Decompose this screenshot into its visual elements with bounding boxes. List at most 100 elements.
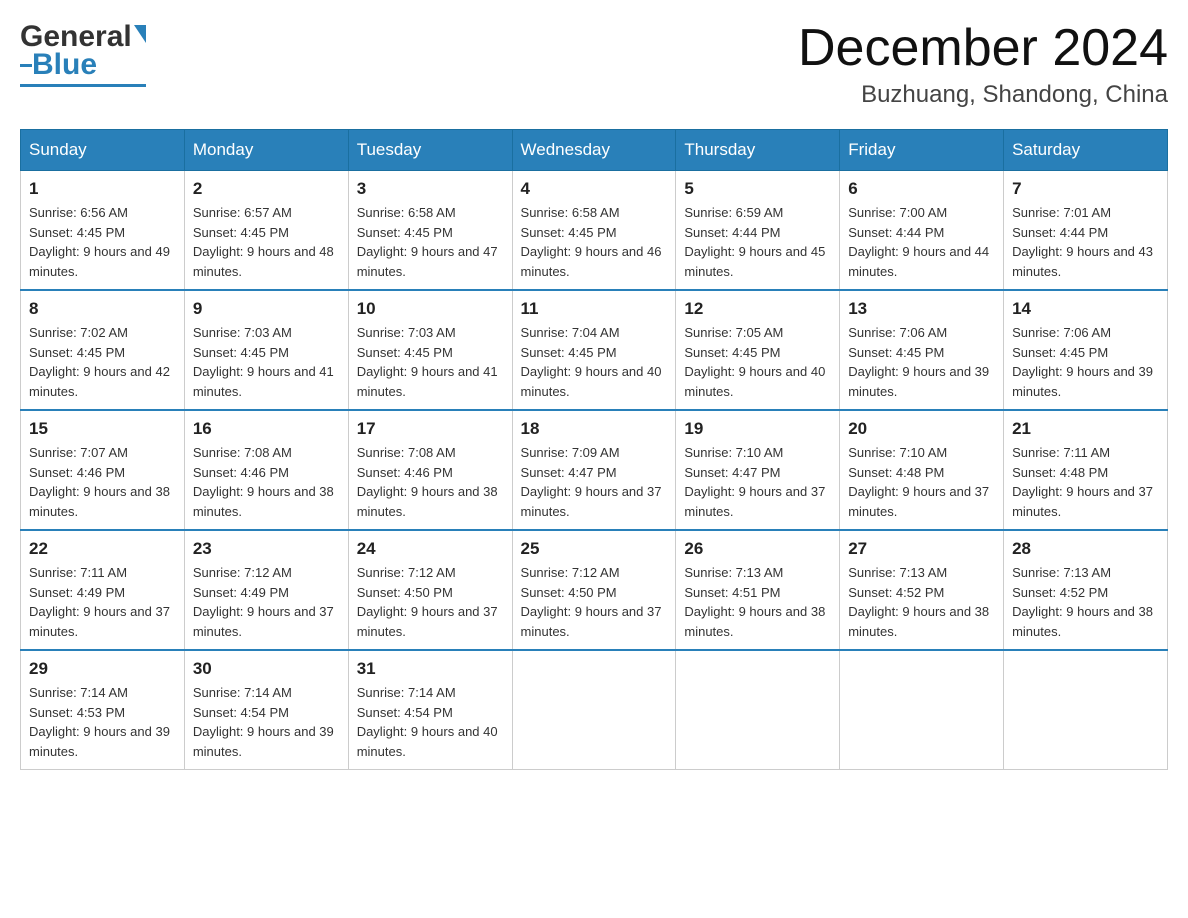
- day-number: 22: [29, 539, 176, 559]
- calendar-cell: [512, 650, 676, 770]
- day-info: Sunrise: 7:07 AMSunset: 4:46 PMDaylight:…: [29, 443, 176, 521]
- calendar-cell: 15 Sunrise: 7:07 AMSunset: 4:46 PMDayligh…: [21, 410, 185, 530]
- day-number: 2: [193, 179, 340, 199]
- col-header-sunday: Sunday: [21, 130, 185, 171]
- day-info: Sunrise: 7:11 AMSunset: 4:48 PMDaylight:…: [1012, 443, 1159, 521]
- calendar-cell: 29Sunrise: 7:14 AMSunset: 4:53 PMDayligh…: [21, 650, 185, 770]
- location: Buzhuang, Shandong, China: [798, 81, 1168, 109]
- calendar-cell: 26 Sunrise: 7:13 AMSunset: 4:51 PMDayligh…: [676, 530, 840, 650]
- day-info: Sunrise: 7:04 AMSunset: 4:45 PMDaylight:…: [521, 323, 668, 401]
- day-number: 6: [848, 179, 995, 199]
- day-info: Sunrise: 7:12 AMSunset: 4:50 PMDaylight:…: [357, 563, 504, 641]
- month-title: December 2024: [798, 20, 1168, 77]
- day-number: 19: [684, 419, 831, 439]
- calendar-cell: 5 Sunrise: 6:59 AMSunset: 4:44 PMDaylight…: [676, 171, 840, 291]
- day-number: 1: [29, 179, 176, 199]
- day-info: Sunrise: 7:01 AMSunset: 4:44 PMDaylight:…: [1012, 203, 1159, 281]
- calendar-cell: 12 Sunrise: 7:05 AMSunset: 4:45 PMDayligh…: [676, 290, 840, 410]
- page-header: General Blue December 2024 Buzhuang, Sha…: [20, 20, 1168, 109]
- day-number: 5: [684, 179, 831, 199]
- day-number: 8: [29, 299, 176, 319]
- day-info: Sunrise: 7:10 AMSunset: 4:48 PMDaylight:…: [848, 443, 995, 521]
- day-info: Sunrise: 7:08 AMSunset: 4:46 PMDaylight:…: [193, 443, 340, 521]
- day-info: Sunrise: 7:03 AMSunset: 4:45 PMDaylight:…: [357, 323, 504, 401]
- calendar-cell: 31 Sunrise: 7:14 AMSunset: 4:54 PMDayligh…: [348, 650, 512, 770]
- day-number: 11: [521, 299, 668, 319]
- calendar-cell: [1004, 650, 1168, 770]
- day-number: 10: [357, 299, 504, 319]
- calendar-cell: 4 Sunrise: 6:58 AMSunset: 4:45 PMDaylight…: [512, 171, 676, 291]
- day-info: Sunrise: 6:57 AMSunset: 4:45 PMDaylight:…: [193, 203, 340, 281]
- col-header-saturday: Saturday: [1004, 130, 1168, 171]
- day-number: 13: [848, 299, 995, 319]
- day-number: 16: [193, 419, 340, 439]
- calendar-cell: 30 Sunrise: 7:14 AMSunset: 4:54 PMDayligh…: [184, 650, 348, 770]
- logo-triangle-icon: [134, 25, 146, 43]
- day-number: 31: [357, 659, 504, 679]
- day-number: 20: [848, 419, 995, 439]
- calendar-table: SundayMondayTuesdayWednesdayThursdayFrid…: [20, 129, 1168, 770]
- day-info: Sunrise: 6:59 AMSunset: 4:44 PMDaylight:…: [684, 203, 831, 281]
- logo-blue: Blue: [32, 48, 97, 82]
- calendar-cell: 8 Sunrise: 7:02 AMSunset: 4:45 PMDaylight…: [21, 290, 185, 410]
- calendar-cell: 16 Sunrise: 7:08 AMSunset: 4:46 PMDayligh…: [184, 410, 348, 530]
- day-number: 4: [521, 179, 668, 199]
- calendar-cell: 21 Sunrise: 7:11 AMSunset: 4:48 PMDayligh…: [1004, 410, 1168, 530]
- calendar-cell: 10 Sunrise: 7:03 AMSunset: 4:45 PMDayligh…: [348, 290, 512, 410]
- day-info: Sunrise: 7:14 AMSunset: 4:54 PMDaylight:…: [193, 683, 340, 761]
- col-header-wednesday: Wednesday: [512, 130, 676, 171]
- calendar-cell: 9 Sunrise: 7:03 AMSunset: 4:45 PMDaylight…: [184, 290, 348, 410]
- calendar-cell: 28Sunrise: 7:13 AMSunset: 4:52 PMDayligh…: [1004, 530, 1168, 650]
- calendar-cell: 13Sunrise: 7:06 AMSunset: 4:45 PMDayligh…: [840, 290, 1004, 410]
- day-info: Sunrise: 7:02 AMSunset: 4:45 PMDaylight:…: [29, 323, 176, 401]
- day-number: 23: [193, 539, 340, 559]
- day-info: Sunrise: 7:06 AMSunset: 4:45 PMDaylight:…: [1012, 323, 1159, 401]
- day-info: Sunrise: 7:12 AMSunset: 4:50 PMDaylight:…: [521, 563, 668, 641]
- day-number: 24: [357, 539, 504, 559]
- calendar-cell: 6Sunrise: 7:00 AMSunset: 4:44 PMDaylight…: [840, 171, 1004, 291]
- day-number: 26: [684, 539, 831, 559]
- calendar-cell: [840, 650, 1004, 770]
- col-header-tuesday: Tuesday: [348, 130, 512, 171]
- day-info: Sunrise: 7:13 AMSunset: 4:52 PMDaylight:…: [848, 563, 995, 641]
- day-info: Sunrise: 7:05 AMSunset: 4:45 PMDaylight:…: [684, 323, 831, 401]
- logo: General Blue: [20, 20, 146, 87]
- day-number: 25: [521, 539, 668, 559]
- day-info: Sunrise: 7:08 AMSunset: 4:46 PMDaylight:…: [357, 443, 504, 521]
- calendar-cell: 18 Sunrise: 7:09 AMSunset: 4:47 PMDayligh…: [512, 410, 676, 530]
- day-number: 21: [1012, 419, 1159, 439]
- day-info: Sunrise: 7:10 AMSunset: 4:47 PMDaylight:…: [684, 443, 831, 521]
- day-number: 14: [1012, 299, 1159, 319]
- calendar-cell: 2 Sunrise: 6:57 AMSunset: 4:45 PMDaylight…: [184, 171, 348, 291]
- day-info: Sunrise: 7:12 AMSunset: 4:49 PMDaylight:…: [193, 563, 340, 641]
- calendar-cell: 7 Sunrise: 7:01 AMSunset: 4:44 PMDaylight…: [1004, 171, 1168, 291]
- day-info: Sunrise: 6:56 AMSunset: 4:45 PMDaylight:…: [29, 203, 176, 281]
- day-number: 17: [357, 419, 504, 439]
- day-number: 18: [521, 419, 668, 439]
- day-info: Sunrise: 7:14 AMSunset: 4:54 PMDaylight:…: [357, 683, 504, 761]
- day-number: 12: [684, 299, 831, 319]
- col-header-thursday: Thursday: [676, 130, 840, 171]
- calendar-cell: 23 Sunrise: 7:12 AMSunset: 4:49 PMDayligh…: [184, 530, 348, 650]
- day-info: Sunrise: 7:11 AMSunset: 4:49 PMDaylight:…: [29, 563, 176, 641]
- calendar-cell: 24 Sunrise: 7:12 AMSunset: 4:50 PMDayligh…: [348, 530, 512, 650]
- calendar-cell: 17 Sunrise: 7:08 AMSunset: 4:46 PMDayligh…: [348, 410, 512, 530]
- col-header-monday: Monday: [184, 130, 348, 171]
- day-info: Sunrise: 7:13 AMSunset: 4:52 PMDaylight:…: [1012, 563, 1159, 641]
- calendar-cell: [676, 650, 840, 770]
- day-number: 7: [1012, 179, 1159, 199]
- calendar-cell: 20 Sunrise: 7:10 AMSunset: 4:48 PMDayligh…: [840, 410, 1004, 530]
- calendar-cell: 19 Sunrise: 7:10 AMSunset: 4:47 PMDayligh…: [676, 410, 840, 530]
- day-info: Sunrise: 7:09 AMSunset: 4:47 PMDaylight:…: [521, 443, 668, 521]
- day-info: Sunrise: 6:58 AMSunset: 4:45 PMDaylight:…: [521, 203, 668, 281]
- day-number: 29: [29, 659, 176, 679]
- day-info: Sunrise: 7:13 AMSunset: 4:51 PMDaylight:…: [684, 563, 831, 641]
- calendar-cell: 11 Sunrise: 7:04 AMSunset: 4:45 PMDayligh…: [512, 290, 676, 410]
- calendar-cell: 27Sunrise: 7:13 AMSunset: 4:52 PMDayligh…: [840, 530, 1004, 650]
- day-number: 30: [193, 659, 340, 679]
- calendar-cell: 1 Sunrise: 6:56 AMSunset: 4:45 PMDaylight…: [21, 171, 185, 291]
- day-info: Sunrise: 7:03 AMSunset: 4:45 PMDaylight:…: [193, 323, 340, 401]
- day-number: 9: [193, 299, 340, 319]
- calendar-cell: 14 Sunrise: 7:06 AMSunset: 4:45 PMDayligh…: [1004, 290, 1168, 410]
- day-number: 15: [29, 419, 176, 439]
